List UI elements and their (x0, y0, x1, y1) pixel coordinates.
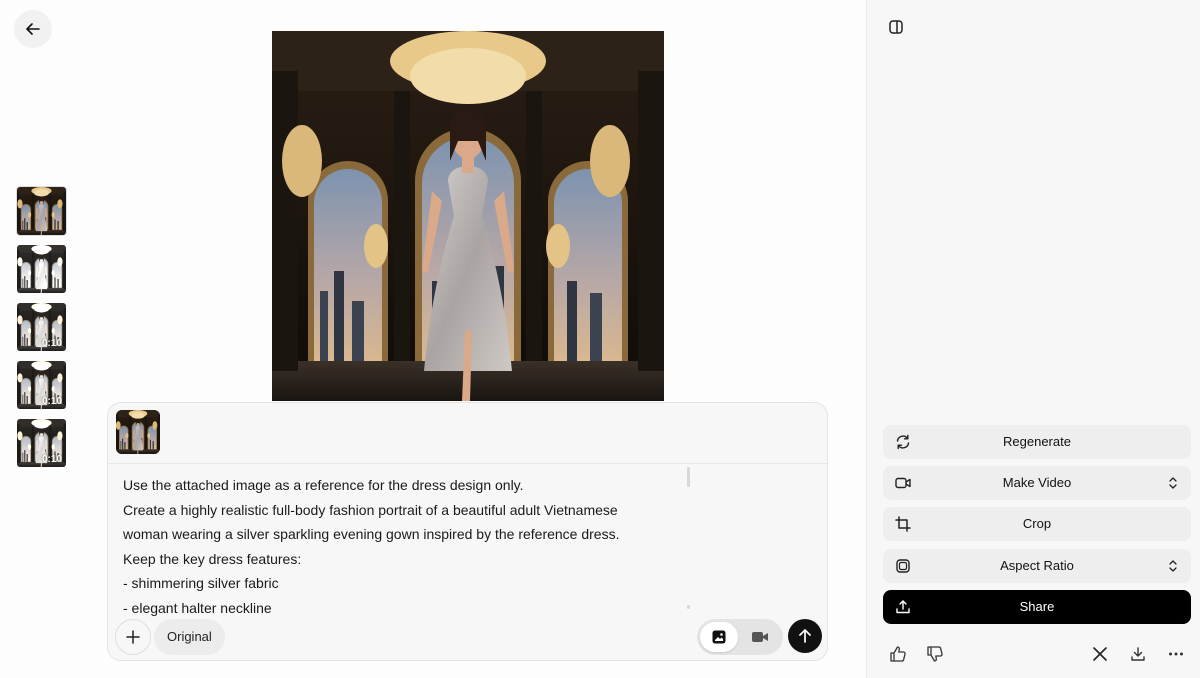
prompt-scrollbar-thumb[interactable] (687, 467, 690, 487)
send-button[interactable] (788, 619, 822, 653)
prompt-line: Create a highly realistic full-body fash… (123, 501, 618, 518)
image-mode-button[interactable] (700, 622, 738, 652)
chevron-up-down-icon (1169, 477, 1177, 489)
thumbnail-item[interactable]: 0:10 (17, 361, 66, 409)
thumbnail-item[interactable]: 0:10 (17, 303, 66, 351)
thumbnail-item[interactable]: 0:10 (17, 419, 66, 467)
share-label: Share (1019, 599, 1055, 614)
plus-icon (126, 630, 140, 644)
prompt-line: Keep the key dress features: (123, 550, 302, 567)
prompt-line: - shimmering silver fabric (123, 575, 279, 592)
x-share-icon[interactable] (1091, 645, 1109, 663)
original-button[interactable]: Original (154, 619, 225, 655)
thumbs-up-icon[interactable] (889, 645, 907, 663)
thumbnail-duration: 0:10 (41, 338, 62, 349)
attached-image-thumb (116, 410, 160, 454)
thumbnail-duration: 0:10 (41, 396, 62, 407)
video-mode-icon (752, 632, 768, 642)
make-video-button[interactable]: Make Video (883, 466, 1191, 500)
share-button[interactable]: Share (883, 590, 1191, 624)
attached-image[interactable] (116, 410, 160, 454)
aspect-ratio-button[interactable]: Aspect Ratio (883, 549, 1191, 583)
arrow-up-icon (799, 629, 811, 643)
prompt-scrollbar-end (687, 605, 690, 609)
generated-image-art (272, 31, 664, 401)
more-options-icon[interactable] (1167, 645, 1185, 663)
add-attachment-button[interactable] (115, 619, 151, 655)
generation-thumbnails: 0:10 0:10 0:10 (16, 186, 67, 477)
arrow-left-icon (26, 23, 40, 35)
thumbnail-image (17, 187, 66, 235)
thumbnail-duration: 0:10 (41, 454, 62, 465)
thumbnail-item[interactable] (17, 245, 66, 293)
make-video-label: Make Video (1002, 475, 1072, 490)
chevron-up-down-icon (1169, 560, 1177, 572)
prompt-composer: Use the attached image as a reference fo… (107, 402, 828, 661)
prompt-line: woman wearing a silver sparkling evening… (123, 526, 620, 543)
prompt-line: Use the attached image as a reference fo… (123, 477, 524, 493)
sidebar-toggle-icon[interactable] (887, 18, 905, 36)
video-mode-button[interactable] (741, 622, 779, 652)
thumbnail-image (17, 245, 66, 293)
regenerate-button[interactable]: Regenerate (883, 425, 1191, 459)
generated-image[interactable] (272, 31, 664, 401)
download-icon[interactable] (1129, 645, 1147, 663)
thumbs-down-icon[interactable] (926, 645, 944, 663)
prompt-textarea[interactable]: Use the attached image as a reference fo… (123, 473, 683, 616)
back-button[interactable] (14, 10, 52, 48)
crop-label: Crop (1022, 516, 1052, 531)
aspect-ratio-label: Aspect Ratio (1000, 558, 1074, 573)
crop-button[interactable]: Crop (883, 507, 1191, 541)
image-viewer: 0:10 0:10 0:10 Use the attached image as… (0, 0, 866, 678)
regenerate-label: Regenerate (1003, 434, 1071, 449)
thumbnail-item[interactable] (16, 186, 67, 236)
prompt-line: - elegant halter neckline (123, 599, 272, 616)
mode-toggle (697, 619, 783, 655)
image-mode-icon (712, 630, 726, 644)
actions-panel: Regenerate Make Video Crop Aspect Ratio (866, 0, 1200, 678)
composer-divider (108, 463, 827, 464)
